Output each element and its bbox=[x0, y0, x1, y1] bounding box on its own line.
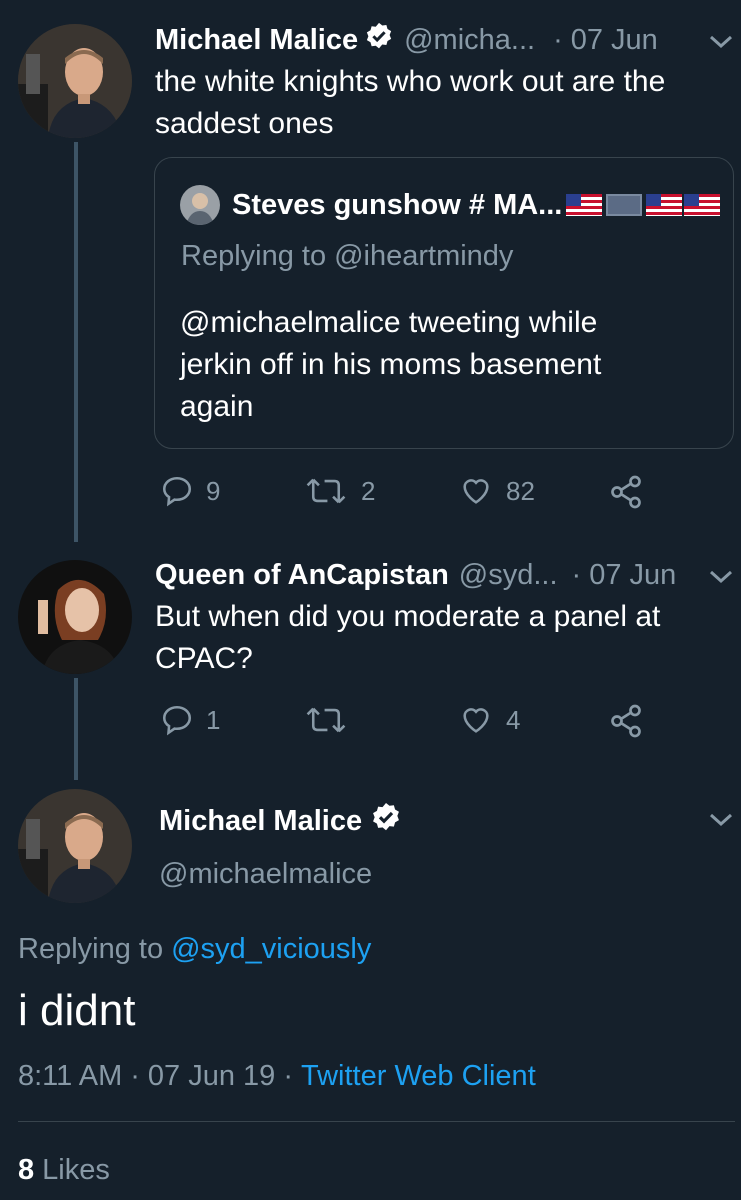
main-tweet-menu-chevron-icon[interactable] bbox=[708, 812, 734, 833]
tweet-1-separator: · bbox=[553, 23, 563, 56]
tweet-2-like-count: 4 bbox=[506, 704, 521, 735]
retweet-icon bbox=[306, 478, 346, 504]
main-tweet-avatar[interactable] bbox=[18, 789, 132, 903]
tweet-2-separator: · bbox=[571, 558, 582, 591]
tweet-1-like-count: 82 bbox=[506, 475, 535, 506]
main-replying-prefix: Replying to bbox=[18, 932, 164, 965]
quoted-tweet-replying-line: Replying to @iheartmindy bbox=[181, 237, 513, 275]
tweet-1-reply-button[interactable]: 9 bbox=[160, 474, 220, 508]
heart-icon bbox=[463, 479, 489, 504]
main-tweet-replying-line: Replying to @syd_viciously bbox=[18, 929, 371, 969]
main-tweet-name-row: Michael Malice bbox=[159, 802, 402, 840]
retweet-icon bbox=[306, 707, 346, 733]
quoted-replying-prefix: Replying to bbox=[181, 239, 327, 272]
tweet-2-reply-count: 1 bbox=[206, 704, 221, 735]
main-tweet-time[interactable]: 8:11 AM bbox=[18, 1060, 122, 1093]
tweet-2-text: But when did you moderate a panel at CPA… bbox=[155, 600, 661, 675]
tweet-1-like-button[interactable]: 82 bbox=[458, 474, 535, 508]
thread-connector-line-2 bbox=[74, 678, 78, 780]
thread-connector-line bbox=[74, 142, 78, 542]
tweet-2-reply-button[interactable]: 1 bbox=[160, 703, 220, 737]
main-tweet-separator-2: · bbox=[283, 1059, 293, 1092]
tweet-2-like-button[interactable]: 4 bbox=[458, 703, 520, 737]
avatar-queen-of-ancapistan[interactable] bbox=[18, 560, 132, 674]
tweet-1-header: Michael Malice @micha... · 07 Jun bbox=[155, 22, 658, 58]
tweet-1-retweet-count: 2 bbox=[361, 475, 376, 506]
reply-icon bbox=[162, 705, 192, 736]
divider bbox=[18, 1121, 735, 1122]
flag-emoji-icons bbox=[566, 190, 726, 220]
tweet-1-display-name[interactable]: Michael Malice bbox=[155, 24, 358, 57]
main-tweet-display-name[interactable]: Michael Malice bbox=[159, 805, 362, 838]
main-tweet-client-link[interactable]: Twitter Web Client bbox=[301, 1060, 536, 1093]
tweet-2-menu-chevron-icon[interactable] bbox=[708, 569, 734, 590]
tweet-2-date[interactable]: 07 Jun bbox=[589, 559, 676, 592]
verified-badge-icon bbox=[370, 801, 402, 841]
main-tweet-separator-1: · bbox=[130, 1059, 140, 1092]
main-tweet-text: i didnt bbox=[18, 986, 136, 1035]
quoted-tweet-display-name: Steves gunshow # MA... bbox=[232, 188, 563, 221]
tweet-1-date[interactable]: 07 Jun bbox=[571, 24, 658, 57]
likes-label: Likes bbox=[42, 1153, 110, 1186]
reply-icon bbox=[162, 476, 192, 507]
avatar-michael-malice[interactable] bbox=[18, 24, 132, 138]
tweet-2-retweet-button[interactable] bbox=[303, 703, 361, 737]
quoted-replying-handle[interactable]: @iheartmindy bbox=[334, 240, 513, 273]
quoted-tweet-header: Steves gunshow # MA... bbox=[232, 187, 726, 223]
heart-icon bbox=[463, 708, 489, 733]
tweet-1-text: the white knights who work out are the s… bbox=[155, 65, 666, 140]
tweet-1-handle[interactable]: @micha... bbox=[404, 24, 535, 57]
tweet-1-retweet-button[interactable]: 2 bbox=[303, 474, 375, 508]
tweet-1-share-button[interactable] bbox=[608, 474, 656, 510]
tweet-1-menu-chevron-icon[interactable] bbox=[708, 34, 734, 55]
likes-count: 8 bbox=[18, 1153, 35, 1186]
share-icon bbox=[611, 704, 641, 738]
share-icon bbox=[611, 475, 641, 509]
main-tweet-date[interactable]: 07 Jun 19 bbox=[148, 1060, 275, 1093]
quoted-tweet-text: @michaelmalice tweeting while jerkin off… bbox=[180, 306, 602, 423]
tweet-1-reply-count: 9 bbox=[206, 475, 221, 506]
tweet-2-handle[interactable]: @syd... bbox=[459, 559, 558, 592]
quoted-tweet-avatar[interactable] bbox=[180, 185, 220, 225]
main-tweet-handle[interactable]: @michaelmalice bbox=[159, 855, 372, 893]
main-tweet-likes-summary[interactable]: 8 Likes bbox=[18, 1150, 110, 1190]
verified-badge-icon bbox=[364, 21, 394, 59]
main-replying-handle-link[interactable]: @syd_viciously bbox=[171, 933, 371, 966]
main-tweet-meta: 8:11 AM · 07 Jun 19 · Twitter Web Client bbox=[18, 1056, 536, 1096]
tweet-2-share-button[interactable] bbox=[608, 703, 656, 739]
tweet-2-display-name[interactable]: Queen of AnCapistan bbox=[155, 559, 449, 592]
tweet-2-header: Queen of AnCapistan @syd... · 07 Jun bbox=[155, 557, 676, 593]
